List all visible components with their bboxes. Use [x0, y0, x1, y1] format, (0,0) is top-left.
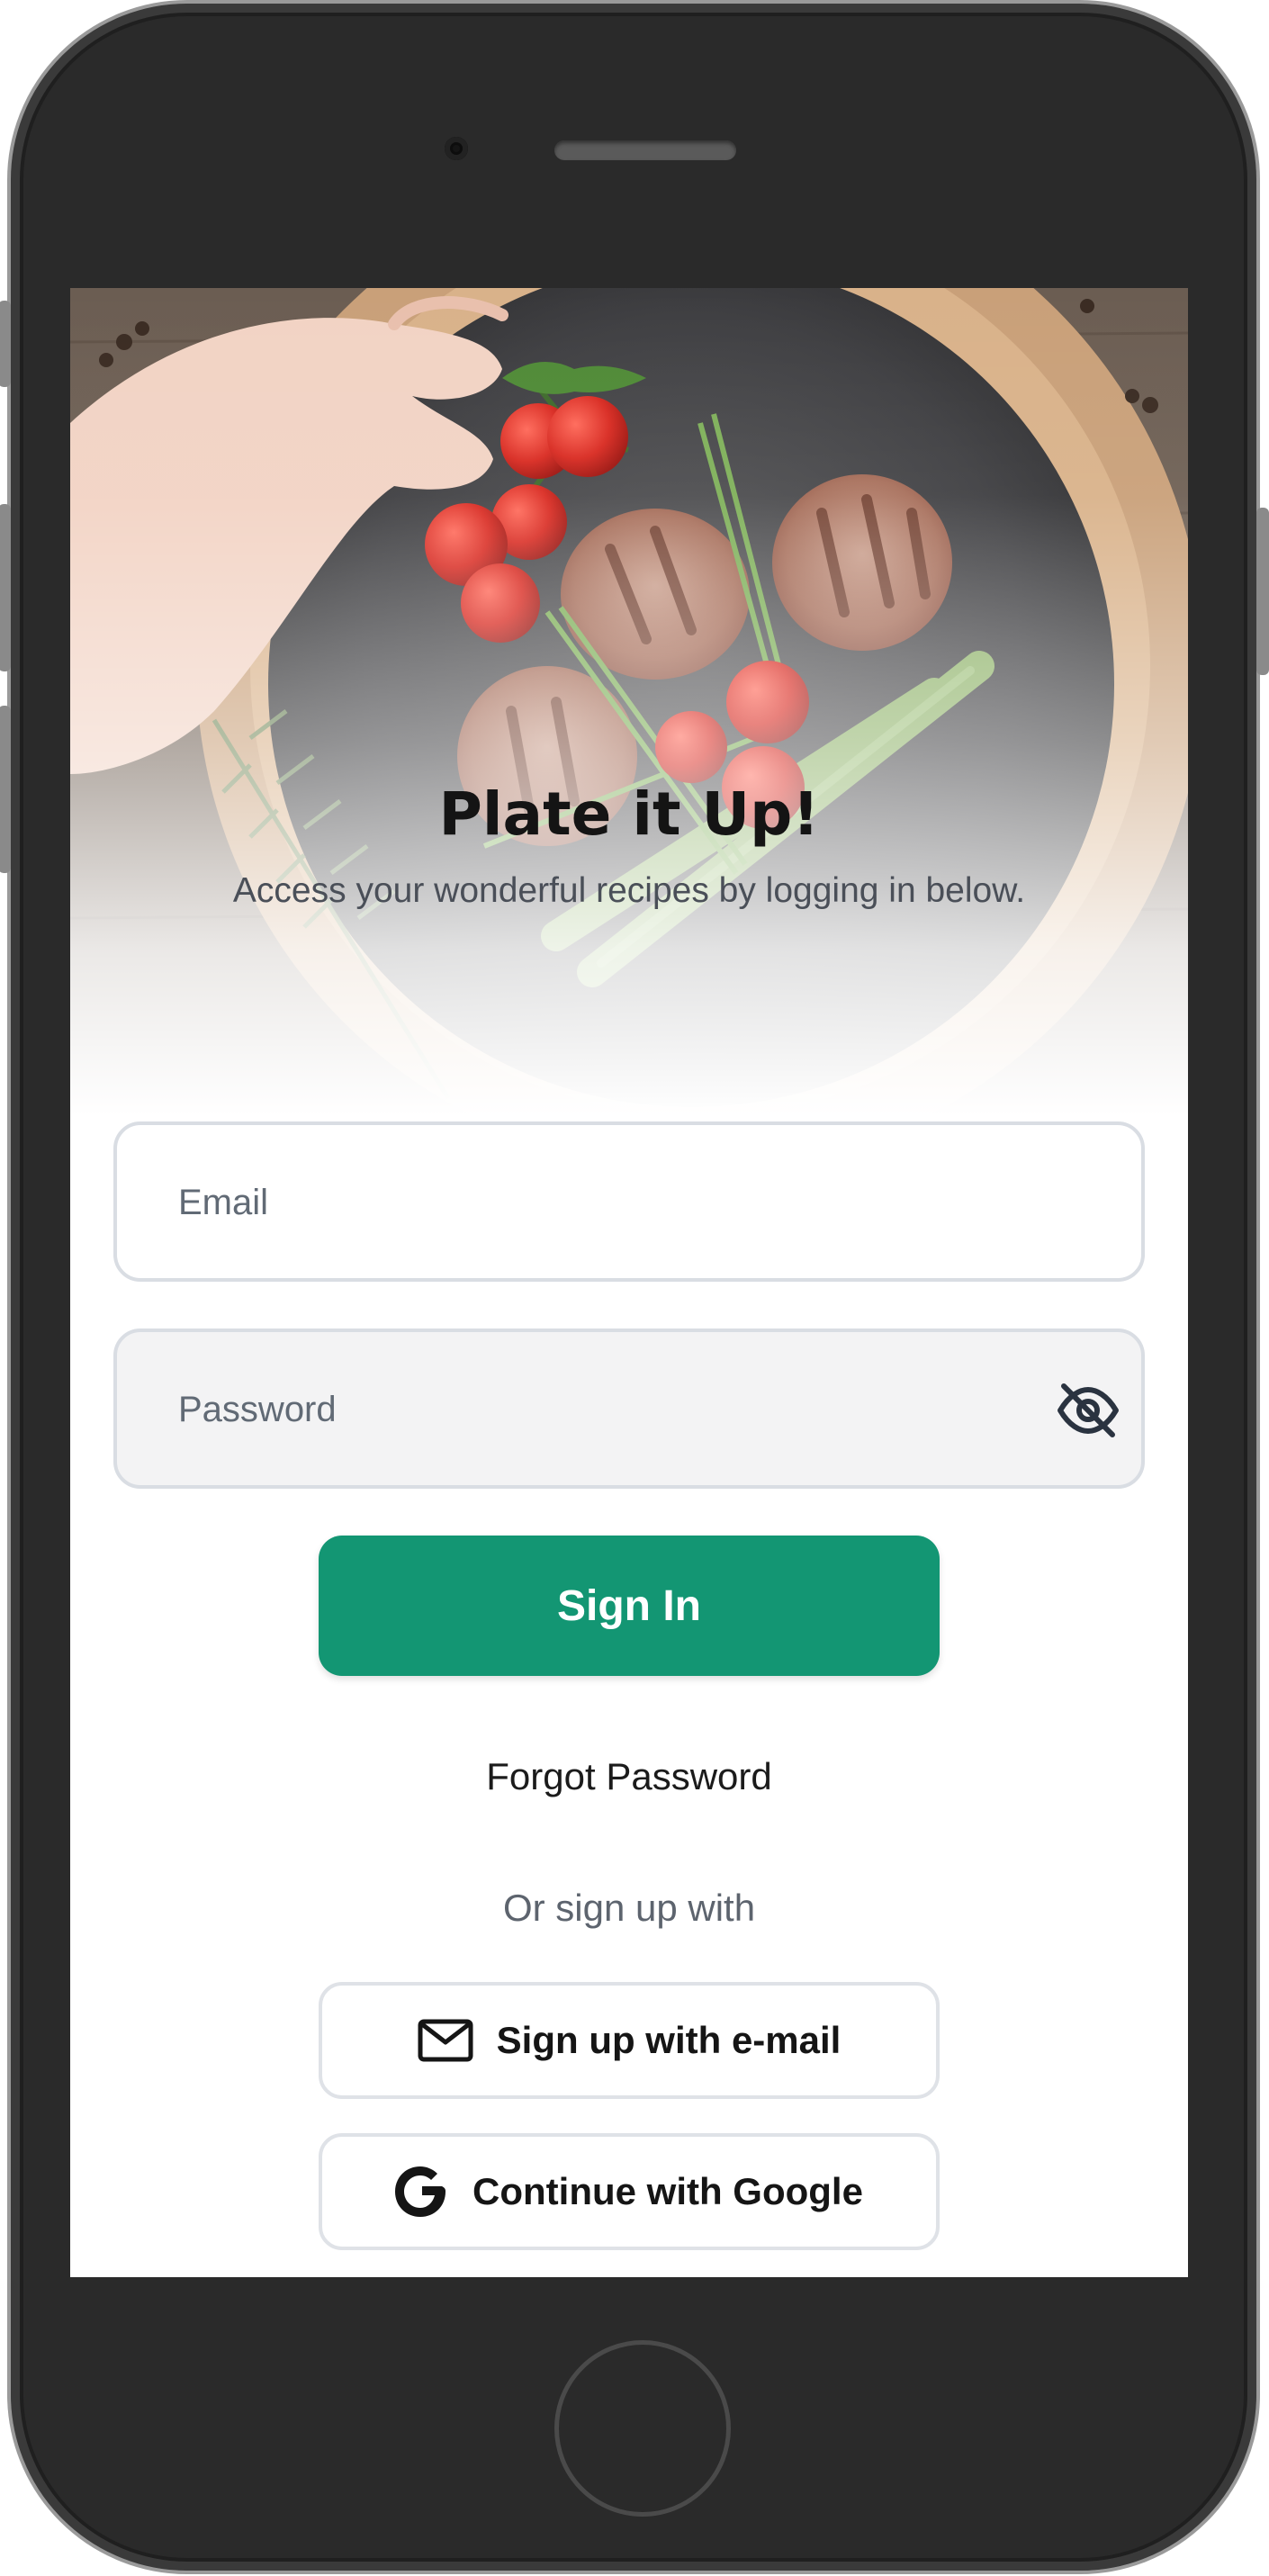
signup-email-label: Sign up with e-mail — [496, 2019, 842, 2061]
sign-in-button[interactable]: Sign In — [319, 1536, 940, 1676]
volume-down-button — [0, 706, 11, 873]
email-field[interactable] — [113, 1121, 1145, 1282]
google-label: Continue with Google — [472, 2170, 863, 2212]
hero-fade-overlay — [70, 288, 1188, 1116]
password-field[interactable] — [113, 1329, 1145, 1489]
google-icon — [395, 2166, 446, 2217]
mail-icon — [418, 2019, 473, 2062]
forgot-password-link[interactable]: Forgot Password — [70, 1755, 1188, 1798]
front-camera — [445, 137, 468, 160]
hero-image: Plate it Up! Access your wonderful recip… — [70, 288, 1188, 1116]
google-button[interactable]: Continue with Google — [319, 2133, 940, 2250]
power-button — [1256, 508, 1269, 675]
earpiece-speaker — [554, 140, 736, 160]
signup-email-button[interactable]: Sign up with e-mail — [319, 1982, 940, 2099]
home-button[interactable] — [554, 2340, 731, 2517]
page-subtitle: Access your wonderful recipes by logging… — [232, 871, 1026, 910]
social-divider-text: Or sign up with — [502, 1887, 756, 1929]
eye-off-icon[interactable] — [1055, 1379, 1121, 1442]
email-input[interactable] — [176, 1125, 990, 1280]
silent-switch — [0, 301, 11, 387]
volume-up-button — [0, 504, 11, 671]
app-screen: Plate it Up! Access your wonderful recip… — [70, 288, 1188, 2277]
password-input[interactable] — [176, 1332, 990, 1487]
page-title: Plate it Up! — [438, 779, 820, 849]
